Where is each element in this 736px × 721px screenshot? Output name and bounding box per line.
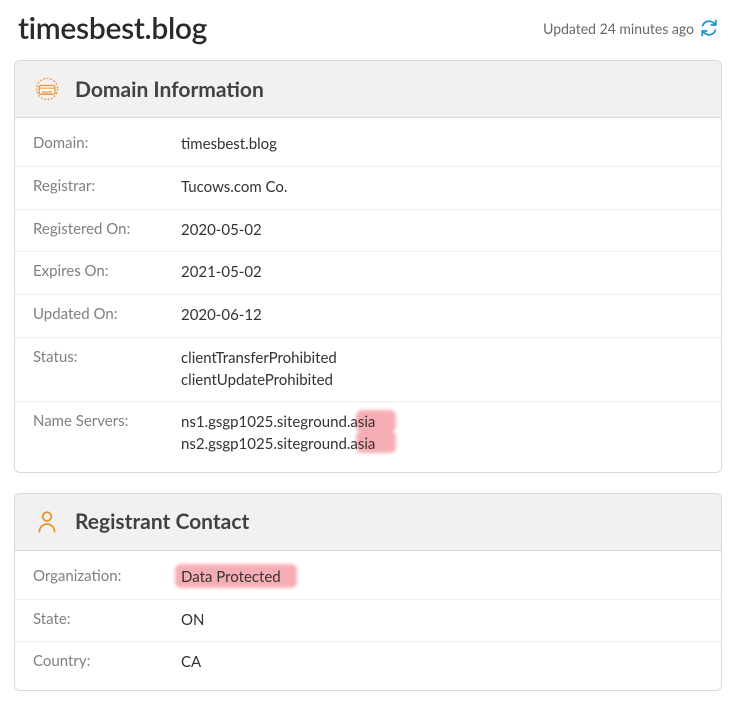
ns-line-2: ns2.gsgp1025.siteground.asia <box>181 434 375 456</box>
status-line-1: clientTransferProhibited <box>181 348 337 370</box>
updated-text: Updated 24 minutes ago <box>543 20 694 37</box>
row-organization: Organization: Data Protected <box>15 557 721 600</box>
registrant-header: Registrant Contact <box>15 494 721 551</box>
row-updated-on: Updated On: 2020-06-12 <box>15 295 721 338</box>
label-updated-on: Updated On: <box>33 305 181 323</box>
label-state: State: <box>33 610 181 628</box>
domain-info-body: Domain: timesbest.blog Registrar: Tucows… <box>15 118 721 472</box>
value-registrar: Tucows.com Co. <box>181 177 287 199</box>
value-registered-on: 2020-05-02 <box>181 220 262 242</box>
label-registered-on: Registered On: <box>33 220 181 238</box>
person-icon <box>33 508 61 536</box>
label-name-servers: Name Servers: <box>33 412 181 430</box>
svg-text:www: www <box>41 89 53 94</box>
value-domain: timesbest.blog <box>181 134 277 156</box>
row-status: Status: clientTransferProhibited clientU… <box>15 338 721 403</box>
registrant-title: Registrant Contact <box>75 509 249 534</box>
row-country: Country: CA <box>15 642 721 684</box>
value-status: clientTransferProhibited clientUpdatePro… <box>181 348 337 392</box>
page-header: timesbest.blog Updated 24 minutes ago <box>14 10 722 46</box>
label-organization: Organization: <box>33 567 181 585</box>
value-updated-on: 2020-06-12 <box>181 305 262 327</box>
label-registrar: Registrar: <box>33 177 181 195</box>
value-country: CA <box>181 652 201 674</box>
domain-title: timesbest.blog <box>18 10 207 46</box>
www-icon: www <box>33 75 61 103</box>
row-name-servers: Name Servers: ns1.gsgp1025.siteground.as… <box>15 402 721 466</box>
value-expires-on: 2021-05-02 <box>181 262 262 284</box>
row-registered-on: Registered On: 2020-05-02 <box>15 210 721 253</box>
row-domain: Domain: timesbest.blog <box>15 124 721 167</box>
domain-info-title: Domain Information <box>75 77 264 102</box>
row-expires-on: Expires On: 2021-05-02 <box>15 252 721 295</box>
row-registrar: Registrar: Tucows.com Co. <box>15 167 721 210</box>
label-expires-on: Expires On: <box>33 262 181 280</box>
domain-info-card: www Domain Information Domain: timesbest… <box>14 60 722 473</box>
value-organization: Data Protected <box>181 567 281 589</box>
label-country: Country: <box>33 652 181 670</box>
domain-info-header: www Domain Information <box>15 61 721 118</box>
status-line-2: clientUpdateProhibited <box>181 370 337 392</box>
value-name-servers: ns1.gsgp1025.siteground.asia ns2.gsgp102… <box>181 412 375 456</box>
refresh-icon[interactable] <box>700 19 718 37</box>
registrant-card: Registrant Contact Organization: Data Pr… <box>14 493 722 691</box>
updated-wrap: Updated 24 minutes ago <box>543 19 718 37</box>
value-state: ON <box>181 610 204 632</box>
label-status: Status: <box>33 348 181 366</box>
ns-line-1: ns1.gsgp1025.siteground.asia <box>181 412 375 434</box>
label-domain: Domain: <box>33 134 181 152</box>
organization-text: Data Protected <box>181 568 281 586</box>
registrant-body: Organization: Data Protected State: ON C… <box>15 551 721 690</box>
